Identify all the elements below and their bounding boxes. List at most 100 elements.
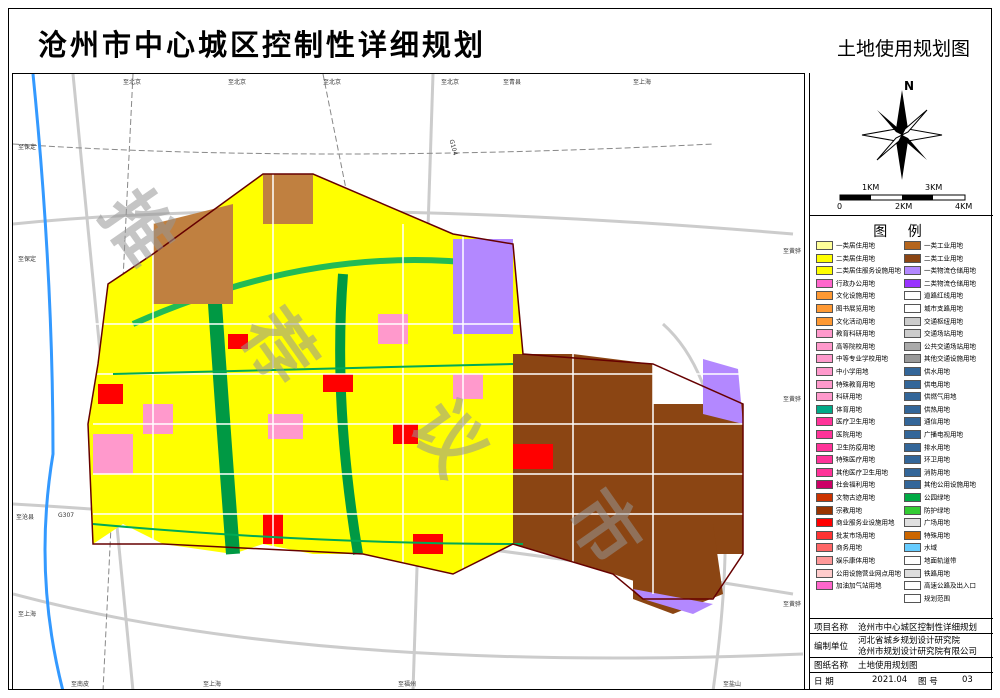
tb-row-project: 项目名称 沧州市中心城区控制性详细规划 — [810, 619, 993, 634]
legend-left-item: 高等院校用地 — [816, 341, 875, 351]
legend-swatch — [816, 467, 833, 477]
land-use-map[interactable]: 至北京 至北京 至北京 至北京 至青县 至上海 至保定 至保定 至黄骅 至黄骅 … — [12, 73, 805, 690]
map-label-north-beijing-1: 至北京 — [123, 79, 142, 86]
legend-label: 地面轨道带 — [924, 556, 957, 565]
legend-swatch — [904, 278, 921, 288]
legend-swatch — [816, 253, 833, 263]
legend-left-item: 中小学用地 — [816, 367, 869, 376]
map-label-baoding-2: 至保定 — [18, 256, 37, 263]
legend-label: 卫生防疫用地 — [836, 443, 875, 452]
legend-left-item: 行政办公用地 — [816, 278, 875, 288]
legend-swatch — [904, 480, 921, 490]
legend-swatch — [816, 404, 833, 414]
legend-label: 其他医疗卫生用地 — [836, 468, 888, 477]
legend-right-item: 广播电视用地 — [904, 430, 963, 439]
legend-label: 一类居住用地 — [836, 241, 875, 250]
legend-right-item: 防护绿地 — [904, 505, 950, 515]
legend-label: 其他交通设施用地 — [924, 354, 976, 363]
legend-left-item: 加油加气站用地 — [816, 581, 882, 591]
legend-label: 供电用地 — [924, 380, 950, 389]
legend-left-item: 一类居住用地 — [816, 241, 875, 250]
map-label-shanghai-bottom: 至上海 — [203, 681, 222, 688]
legend-label: 特殊医疗用地 — [836, 455, 875, 464]
legend-swatch — [904, 316, 921, 326]
legend-left-item: 二类居住服务设施用地 — [816, 266, 901, 276]
legend-label: 铁路用地 — [924, 569, 950, 578]
map-label-g307: G307 — [58, 512, 75, 519]
scale-label-0: 0 — [837, 202, 843, 211]
legend-right-item: 供水用地 — [904, 367, 950, 376]
map-label-qingxian: 至青县 — [503, 79, 522, 86]
legend-swatch — [816, 455, 833, 465]
legend-left-item: 商业服务业设施用地 — [816, 518, 895, 528]
legend-swatch — [816, 430, 833, 439]
compass-icon — [839, 90, 966, 201]
legend-right-item: 铁路用地 — [904, 568, 950, 578]
legend-right-item: 交通场站用地 — [904, 329, 963, 339]
legend-swatch — [816, 417, 833, 427]
legend-left-item: 其他医疗卫生用地 — [816, 467, 888, 477]
tb-project-value: 沧州市中心城区控制性详细规划 — [858, 623, 978, 633]
legend-left-item: 宗教用地 — [816, 505, 862, 515]
legend-left-item: 特殊医疗用地 — [816, 455, 875, 465]
legend-label: 广播电视用地 — [924, 430, 963, 439]
legend-title: 图 例 — [873, 224, 930, 240]
legend-label: 文化设施用地 — [836, 291, 875, 300]
legend-swatch — [816, 505, 833, 515]
legend-label: 高速公路及出入口 — [924, 581, 976, 590]
legend-label: 商务用地 — [836, 543, 862, 552]
tb-row-date: 日 期 2021.04 图 号 03 — [810, 672, 993, 689]
legend-label: 文化活动用地 — [836, 317, 875, 326]
compass-scale-box: N 1KM 3KM 0 2KM 4KM — [810, 73, 993, 216]
tb-project-key: 项目名称 — [814, 623, 849, 633]
legend-left-item: 特殊教育用地 — [816, 379, 875, 389]
legend-swatch — [904, 543, 921, 553]
legend-swatch — [904, 266, 921, 276]
legend-swatch — [904, 329, 921, 339]
page-title: 沧州市中心城区控制性详细规划 — [38, 28, 487, 62]
tb-date-value: 2021.04 — [872, 675, 908, 685]
legend-right-item: 交通枢纽用地 — [904, 316, 963, 326]
legend-swatch — [904, 556, 921, 565]
map-label-nanpi: 至南皮 — [71, 681, 90, 688]
legend-swatch — [904, 241, 921, 250]
legend-swatch — [816, 329, 833, 339]
tb-num-value: 03 — [962, 675, 973, 685]
legend-left-item: 中等专业学校用地 — [816, 354, 888, 364]
legend-left-item: 医疗卫生用地 — [816, 417, 875, 427]
legend-right-item: 一类物流仓储用地 — [904, 266, 976, 276]
legend-swatch — [816, 493, 833, 502]
legend-label: 体育用地 — [836, 405, 862, 414]
legend-left-item: 娱乐康体用地 — [816, 556, 875, 565]
legend-swatch — [904, 417, 921, 427]
legend-label: 城市支路用地 — [924, 304, 963, 313]
legend-label: 社会福利用地 — [836, 480, 875, 489]
legend-swatch — [904, 442, 921, 452]
legend-swatch — [816, 568, 833, 578]
legend-swatch — [816, 316, 833, 326]
map-subtitle: 土地使用规划图 — [836, 38, 970, 60]
legend-label: 消防用地 — [924, 468, 950, 477]
map-label-baoding-1: 至保定 — [18, 144, 37, 151]
legend-label: 教育科研用地 — [836, 329, 875, 338]
legend-right-item: 公园绿地 — [904, 493, 950, 502]
legend-label: 医疗卫生用地 — [836, 417, 875, 426]
map-label-shanghai-top: 至上海 — [633, 79, 652, 86]
tb-drawing-value: 土地使用规划图 — [858, 661, 918, 671]
map-label-cangxian: 至沧县 — [16, 514, 35, 521]
legend-label: 供燃气用地 — [924, 392, 957, 401]
legend-right-item: 通信用地 — [904, 417, 950, 427]
title-block: 项目名称 沧州市中心城区控制性详细规划 编制单位 河北省城乡规划设计研究院 沧州… — [810, 618, 993, 691]
legend-left-item: 二类居住用地 — [816, 253, 875, 263]
legend-right-item: 广场用地 — [904, 518, 950, 528]
legend-left-item: 卫生防疫用地 — [816, 442, 875, 452]
legend-swatch — [904, 455, 921, 465]
scale-label-4km: 4KM — [955, 202, 973, 211]
map-label-huanghua-3: 至黄骅 — [783, 601, 802, 608]
legend-left-item: 文化设施用地 — [816, 291, 875, 301]
legend-swatch — [816, 341, 833, 351]
legend-label: 通信用地 — [924, 417, 950, 426]
legend-left-item: 科研用地 — [816, 392, 862, 402]
legend-left-item: 体育用地 — [816, 404, 862, 414]
tb-num-key: 图 号 — [918, 677, 938, 687]
